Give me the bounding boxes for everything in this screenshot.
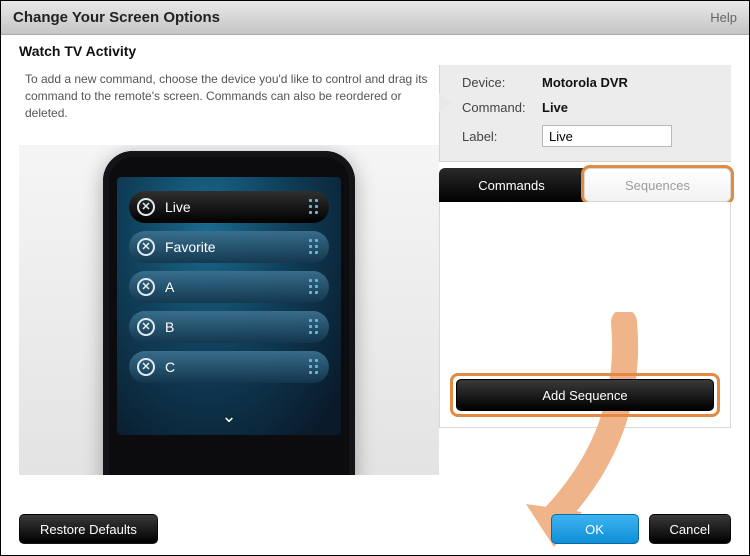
right-panel: Device: Motorola DVR Command: Live Label… <box>439 65 731 505</box>
remove-icon[interactable]: ✕ <box>137 358 155 376</box>
add-sequence-label: Add Sequence <box>542 388 627 403</box>
tab-commands-label: Commands <box>478 178 544 193</box>
drag-handle-icon[interactable] <box>309 319 319 335</box>
remote-row[interactable]: ✕ Favorite <box>129 231 329 263</box>
tab-sequences[interactable]: Sequences <box>584 168 731 202</box>
ok-button[interactable]: OK <box>551 514 639 544</box>
field-label: Label: <box>440 119 731 151</box>
remote-screen: ✕ Live ✕ Favorite ✕ A <box>117 177 341 435</box>
details-box: Device: Motorola DVR Command: Live Label… <box>439 65 731 162</box>
add-sequence-highlight: Add Sequence <box>450 373 720 417</box>
tabs: Commands Sequences <box>439 168 731 202</box>
instructions-text: To add a new command, choose the device … <box>19 65 439 141</box>
ok-label: OK <box>585 522 604 537</box>
dialog-window: Change Your Screen Options Help Watch TV… <box>0 0 750 556</box>
device-value: Motorola DVR <box>542 75 628 90</box>
cancel-label: Cancel <box>670 522 710 537</box>
tab-panel-body: Add Sequence <box>439 202 731 428</box>
dialog-title: Change Your Screen Options <box>13 9 220 26</box>
remote-row[interactable]: ✕ A <box>129 271 329 303</box>
remote-row-label: Favorite <box>165 239 216 255</box>
restore-defaults-label: Restore Defaults <box>40 522 137 537</box>
remote-row-label: C <box>165 359 175 375</box>
remote-row[interactable]: ✕ Live <box>129 191 329 223</box>
remove-icon[interactable]: ✕ <box>137 238 155 256</box>
label-label: Label: <box>462 129 542 144</box>
remote-preview-stage: ✕ Live ✕ Favorite ✕ A <box>19 145 439 475</box>
remove-icon[interactable]: ✕ <box>137 198 155 216</box>
device-label: Device: <box>462 75 542 90</box>
activity-heading: Watch TV Activity <box>1 35 749 65</box>
pointer-notch-icon <box>439 93 451 113</box>
command-value: Live <box>542 100 568 115</box>
add-sequence-button[interactable]: Add Sequence <box>456 379 714 411</box>
footer: Restore Defaults OK Cancel <box>1 503 749 555</box>
cancel-button[interactable]: Cancel <box>649 514 731 544</box>
drag-handle-icon[interactable] <box>309 199 319 215</box>
remote-row-label: A <box>165 279 174 295</box>
left-panel: To add a new command, choose the device … <box>19 65 439 505</box>
remove-icon[interactable]: ✕ <box>137 318 155 336</box>
restore-defaults-button[interactable]: Restore Defaults <box>19 514 158 544</box>
help-link[interactable]: Help <box>710 10 737 25</box>
remove-icon[interactable]: ✕ <box>137 278 155 296</box>
titlebar: Change Your Screen Options Help <box>1 1 749 35</box>
field-device: Device: Motorola DVR <box>440 69 731 94</box>
tab-sequences-label: Sequences <box>625 178 690 193</box>
remote-row-label: B <box>165 319 174 335</box>
drag-handle-icon[interactable] <box>309 279 319 295</box>
label-input[interactable] <box>542 125 672 147</box>
command-label: Command: <box>462 100 542 115</box>
content-area: To add a new command, choose the device … <box>1 65 749 505</box>
field-command: Command: Live <box>440 94 731 119</box>
drag-handle-icon[interactable] <box>309 239 319 255</box>
chevron-down-icon[interactable]: ⌄ <box>221 406 236 427</box>
remote-device: ✕ Live ✕ Favorite ✕ A <box>103 151 355 475</box>
tab-commands[interactable]: Commands <box>439 168 584 202</box>
remote-row[interactable]: ✕ C <box>129 351 329 383</box>
remote-row-label: Live <box>165 199 191 215</box>
remote-row[interactable]: ✕ B <box>129 311 329 343</box>
drag-handle-icon[interactable] <box>309 359 319 375</box>
